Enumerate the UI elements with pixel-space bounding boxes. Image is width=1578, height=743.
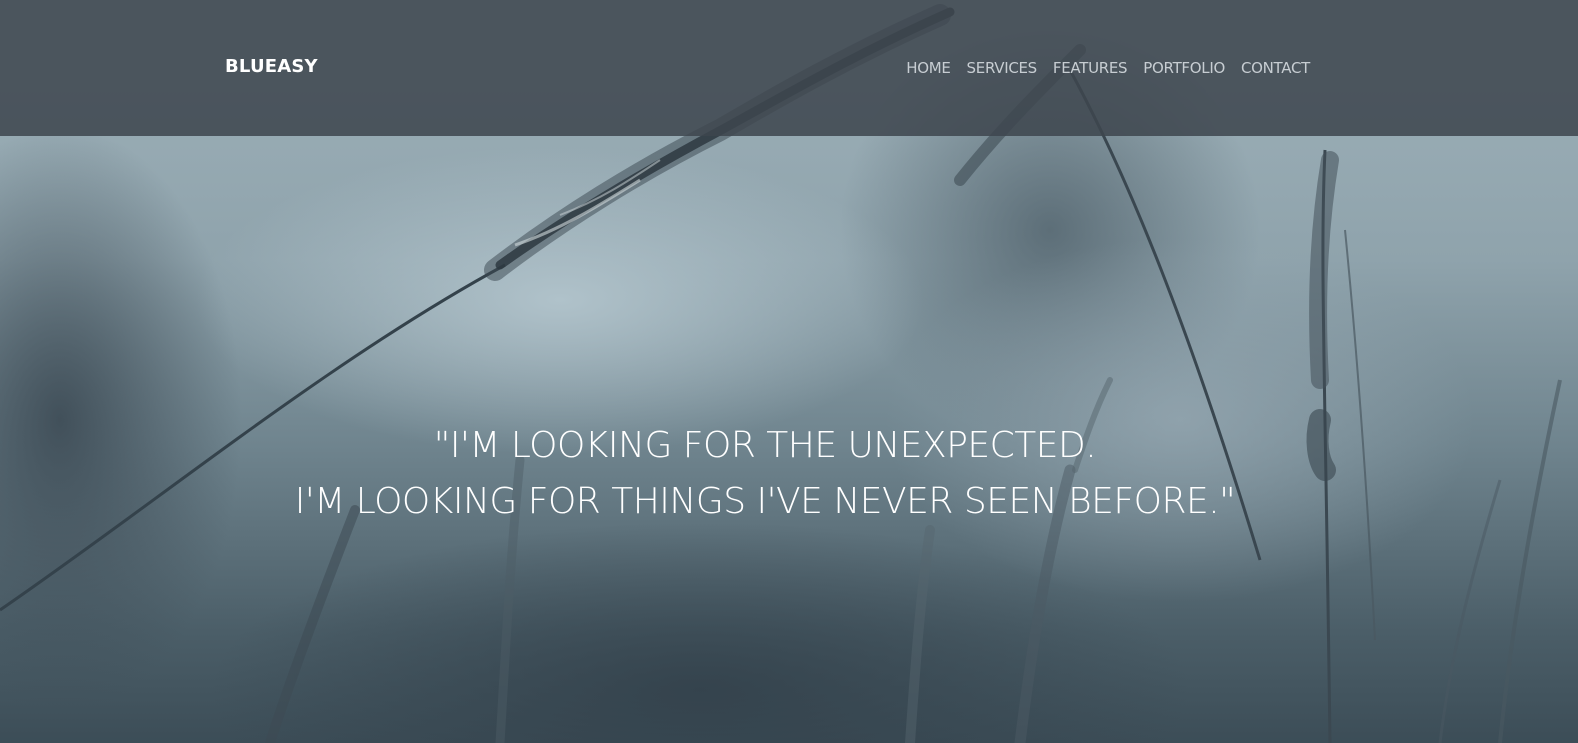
nav-link-contact[interactable]: CONTACT: [1241, 59, 1310, 77]
hero-quote: "I'M LOOKING FOR THE UNEXPECTED. I'M LOO…: [0, 418, 1530, 530]
brand-logo[interactable]: BLUEASY: [225, 56, 318, 77]
top-navbar: BLUEASY HOME SERVICES FEATURES PORTFOLIO…: [0, 0, 1578, 136]
nav-link-features[interactable]: FEATURES: [1053, 59, 1128, 77]
nav-item-contact: CONTACT: [1241, 58, 1310, 77]
nav-link-services[interactable]: SERVICES: [967, 59, 1038, 77]
nav-item-home: HOME: [906, 58, 951, 77]
nav-item-portfolio: PORTFOLIO: [1143, 58, 1225, 77]
nav-item-services: SERVICES: [967, 58, 1038, 77]
nav-link-portfolio[interactable]: PORTFOLIO: [1143, 59, 1225, 77]
hero-quote-line-2: I'M LOOKING FOR THINGS I'VE NEVER SEEN B…: [294, 481, 1236, 522]
page: BLUEASY HOME SERVICES FEATURES PORTFOLIO…: [0, 0, 1578, 743]
hero-quote-line-1: "I'M LOOKING FOR THE UNEXPECTED.: [433, 425, 1097, 466]
nav-item-features: FEATURES: [1053, 58, 1128, 77]
nav-link-home[interactable]: HOME: [906, 59, 951, 77]
main-nav: HOME SERVICES FEATURES PORTFOLIO CONTACT: [906, 58, 1310, 77]
